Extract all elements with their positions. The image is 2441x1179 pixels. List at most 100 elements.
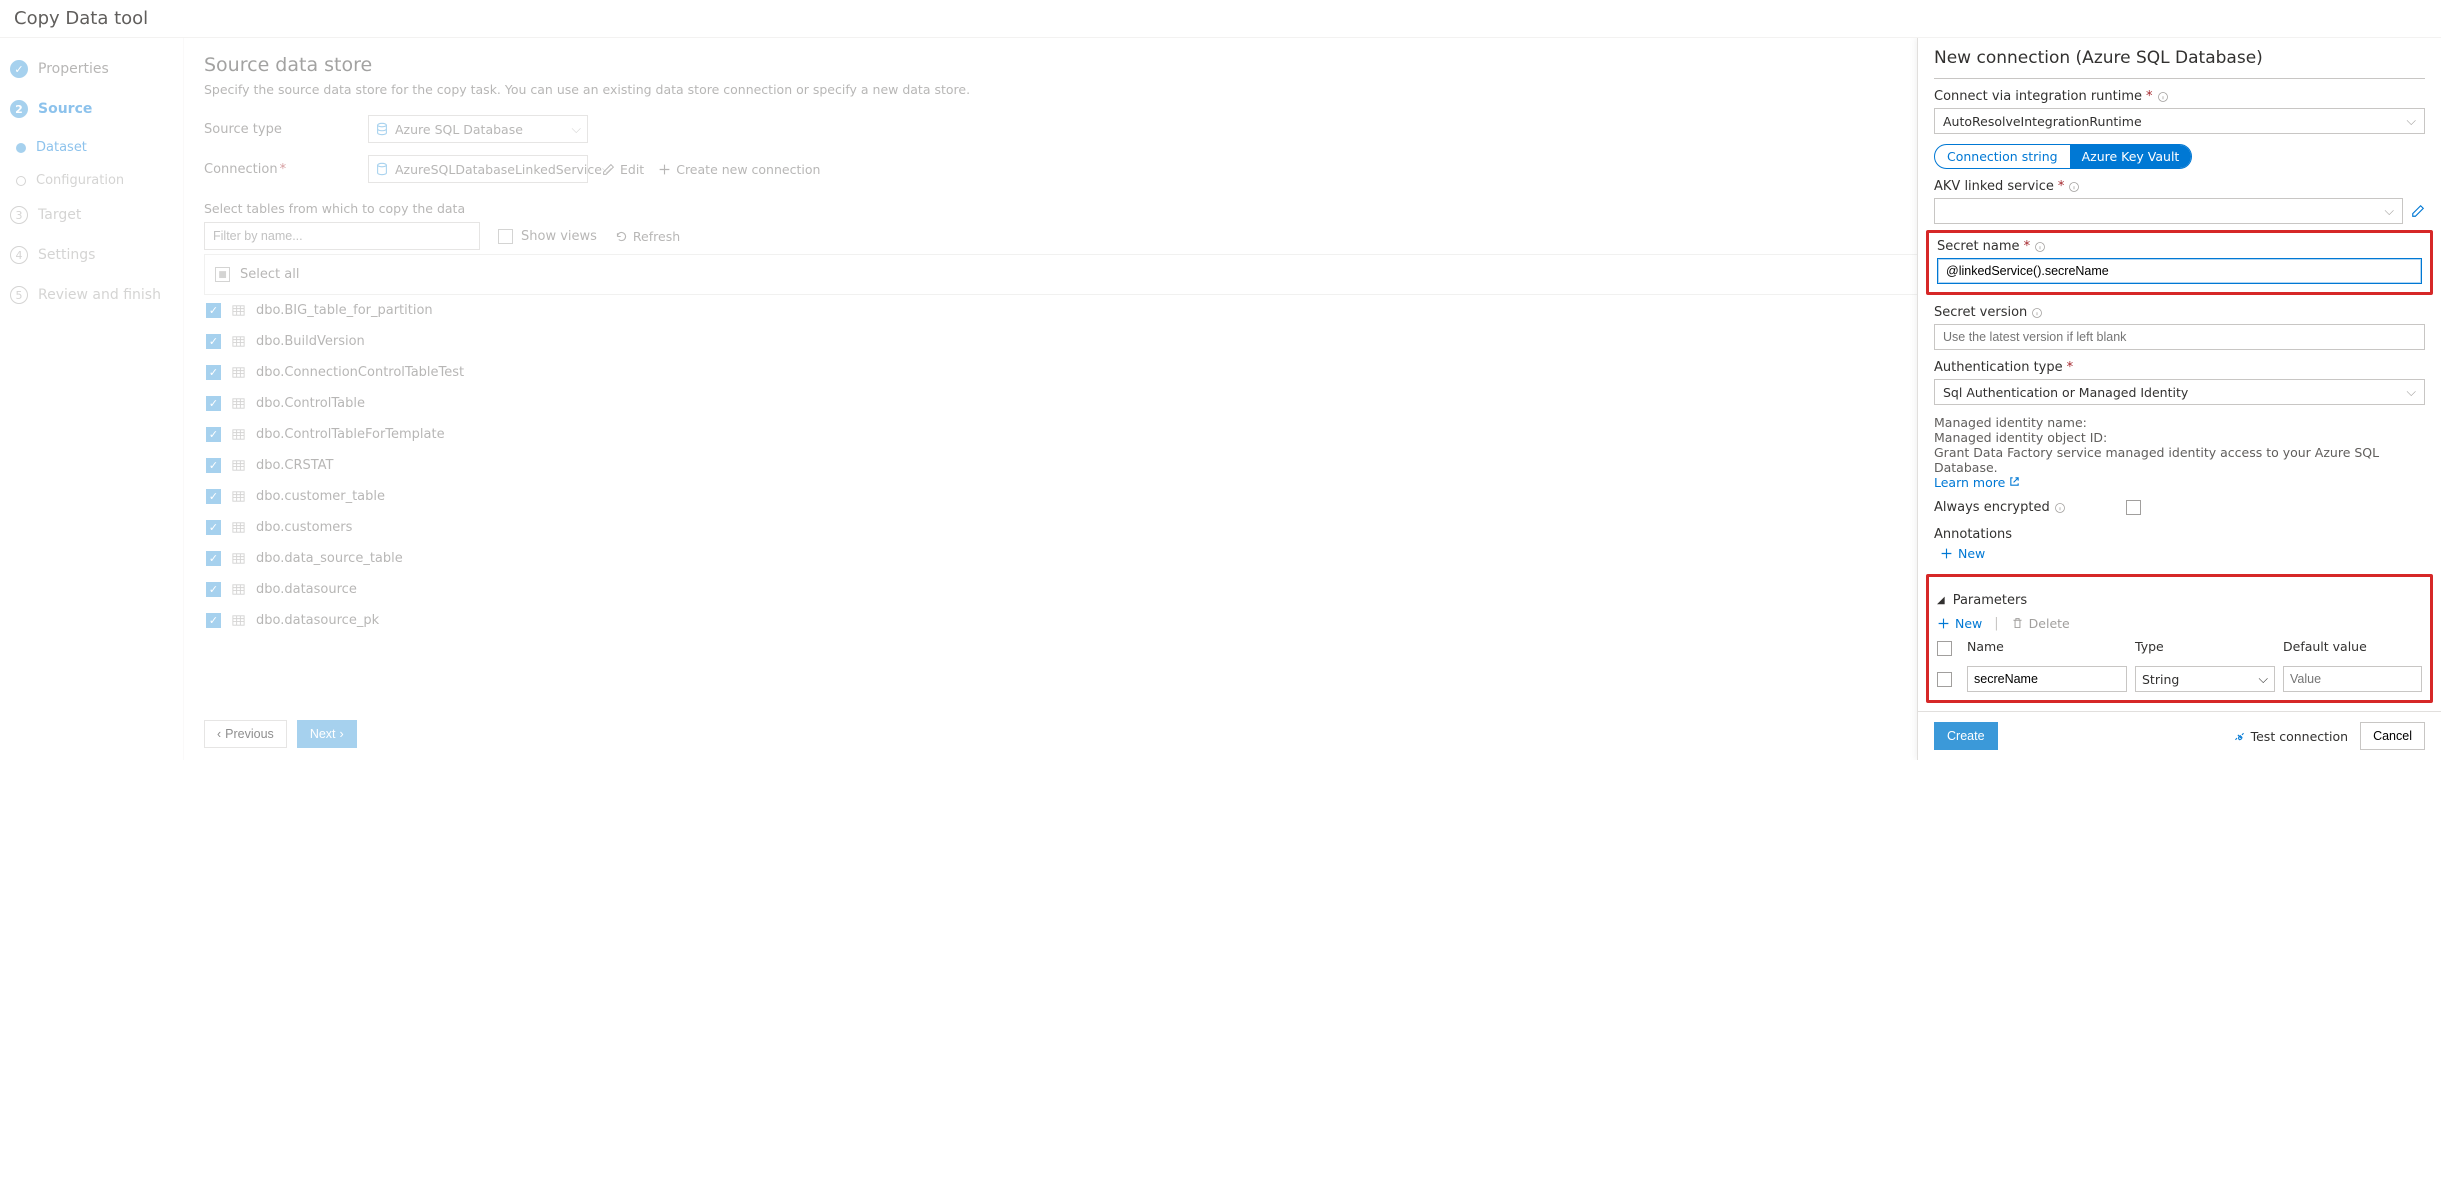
- table-name: dbo.ControlTableForTemplate: [256, 427, 445, 442]
- trash-icon: [2011, 617, 2024, 630]
- step-label: Properties: [38, 61, 109, 77]
- table-icon: [231, 551, 246, 566]
- tab-connection-string[interactable]: Connection string: [1935, 145, 2070, 168]
- ir-dropdown[interactable]: AutoResolveIntegrationRuntime ⌵: [1934, 108, 2425, 134]
- table-checkbox[interactable]: [206, 365, 221, 380]
- param-type-select[interactable]: String ⌵: [2135, 666, 2275, 692]
- table-checkbox[interactable]: [206, 396, 221, 411]
- param-select-all-checkbox[interactable]: [1937, 641, 1952, 656]
- drawer-title: New connection (Azure SQL Database): [1918, 38, 2441, 74]
- secret-version-input[interactable]: [1934, 324, 2425, 350]
- connection-select[interactable]: AzureSQLDatabaseLinkedService ⌵: [368, 155, 588, 183]
- learn-more-link[interactable]: Learn more: [1934, 475, 2020, 490]
- akv-linked-service-label: AKV linked service*: [1934, 179, 2425, 194]
- table-icon: [231, 613, 246, 628]
- step-label: Review and finish: [38, 287, 161, 303]
- step-source[interactable]: 2 Source: [10, 100, 175, 118]
- table-icon: [231, 489, 246, 504]
- database-icon: [375, 162, 389, 176]
- info-icon: [2068, 181, 2080, 193]
- akv-linked-service-dropdown[interactable]: ⌵: [1934, 198, 2403, 224]
- select-all-checkbox[interactable]: [215, 267, 230, 282]
- table-icon: [231, 303, 246, 318]
- plus-icon: [658, 163, 671, 176]
- table-name: dbo.customer_table: [256, 489, 385, 504]
- table-checkbox[interactable]: [206, 489, 221, 504]
- param-name-input[interactable]: [1967, 666, 2127, 692]
- chevron-down-icon: ⌵: [2407, 384, 2416, 400]
- table-name: dbo.datasource_pk: [256, 613, 379, 628]
- auth-type-dropdown[interactable]: Sql Authentication or Managed Identity ⌵: [1934, 379, 2425, 405]
- table-name: dbo.ControlTable: [256, 396, 365, 411]
- param-default-input[interactable]: [2283, 666, 2422, 692]
- mi-grant-text: Grant Data Factory service managed ident…: [1934, 445, 2425, 475]
- table-checkbox[interactable]: [206, 303, 221, 318]
- add-parameter-button[interactable]: New: [1937, 616, 1982, 631]
- param-row-checkbox[interactable]: [1937, 672, 1952, 687]
- table-icon: [231, 427, 246, 442]
- test-connection-button[interactable]: Test connection: [2233, 729, 2348, 744]
- cancel-button[interactable]: Cancel: [2360, 722, 2425, 750]
- mi-name-text: Managed identity name:: [1934, 415, 2425, 430]
- secret-name-label: Secret name*: [1937, 239, 2422, 254]
- previous-button[interactable]: ‹ Previous: [204, 720, 287, 748]
- database-icon: [375, 122, 389, 136]
- parameters-expander[interactable]: ◢ Parameters: [1937, 593, 2422, 608]
- table-checkbox[interactable]: [206, 613, 221, 628]
- chevron-down-icon: ⌵: [2259, 671, 2268, 687]
- table-icon: [231, 365, 246, 380]
- delete-parameter-button[interactable]: Delete: [2011, 616, 2070, 631]
- step-review[interactable]: 5 Review and finish: [10, 286, 175, 304]
- connection-label: Connection*: [204, 162, 354, 177]
- always-encrypted-checkbox[interactable]: [2126, 500, 2141, 515]
- source-type-label: Source type: [204, 122, 354, 137]
- step-target[interactable]: 3 Target: [10, 206, 175, 224]
- table-name: dbo.BuildVersion: [256, 334, 365, 349]
- substep-configuration[interactable]: Configuration: [16, 173, 175, 188]
- step-label: Settings: [38, 247, 95, 263]
- substep-label: Dataset: [36, 140, 87, 155]
- create-connection-link[interactable]: Create new connection: [658, 162, 820, 177]
- table-checkbox[interactable]: [206, 520, 221, 535]
- secret-version-label: Secret version: [1934, 305, 2425, 320]
- substep-dataset[interactable]: Dataset: [16, 140, 175, 155]
- table-icon: [231, 458, 246, 473]
- chevron-right-icon: ›: [340, 727, 344, 741]
- show-views-toggle[interactable]: Show views: [498, 229, 597, 244]
- table-checkbox[interactable]: [206, 334, 221, 349]
- col-type: Type: [2135, 639, 2275, 654]
- connection-method-tabs: Connection string Azure Key Vault: [1934, 144, 2192, 169]
- create-button[interactable]: Create: [1934, 722, 1998, 750]
- table-checkbox[interactable]: [206, 458, 221, 473]
- edit-link[interactable]: Edit: [602, 162, 644, 177]
- refresh-button[interactable]: Refresh: [615, 229, 680, 244]
- table-checkbox[interactable]: [206, 582, 221, 597]
- add-annotation-button[interactable]: New: [1940, 546, 1985, 561]
- pencil-icon[interactable]: [2411, 204, 2425, 218]
- table-name: dbo.datasource: [256, 582, 357, 597]
- page-title: Copy Data tool: [0, 0, 2441, 38]
- step-settings[interactable]: 4 Settings: [10, 246, 175, 264]
- table-checkbox[interactable]: [206, 551, 221, 566]
- ir-label: Connect via integration runtime*: [1934, 89, 2425, 104]
- tab-azure-key-vault[interactable]: Azure Key Vault: [2070, 145, 2192, 168]
- chevron-down-icon: ⌵: [572, 121, 581, 137]
- filter-input[interactable]: [204, 222, 480, 250]
- table-name: dbo.CRSTAT: [256, 458, 333, 473]
- table-icon: [231, 396, 246, 411]
- next-button[interactable]: Next ›: [297, 720, 357, 748]
- chevron-left-icon: ‹: [217, 727, 221, 741]
- source-type-select[interactable]: Azure SQL Database ⌵: [368, 115, 588, 143]
- annotations-label: Annotations: [1934, 527, 2425, 542]
- step-properties[interactable]: ✓ Properties: [10, 60, 175, 78]
- col-name: Name: [1967, 639, 2127, 654]
- chevron-down-icon: ⌵: [2407, 113, 2416, 129]
- chevron-down-icon: ⌵: [2385, 203, 2394, 219]
- info-icon: [2054, 502, 2066, 514]
- parameters-highlight: ◢ Parameters New | Delete: [1926, 574, 2433, 703]
- secret-name-input[interactable]: [1937, 258, 2422, 284]
- pencil-icon: [602, 163, 615, 176]
- table-checkbox[interactable]: [206, 427, 221, 442]
- table-name: dbo.customers: [256, 520, 352, 535]
- table-icon: [231, 334, 246, 349]
